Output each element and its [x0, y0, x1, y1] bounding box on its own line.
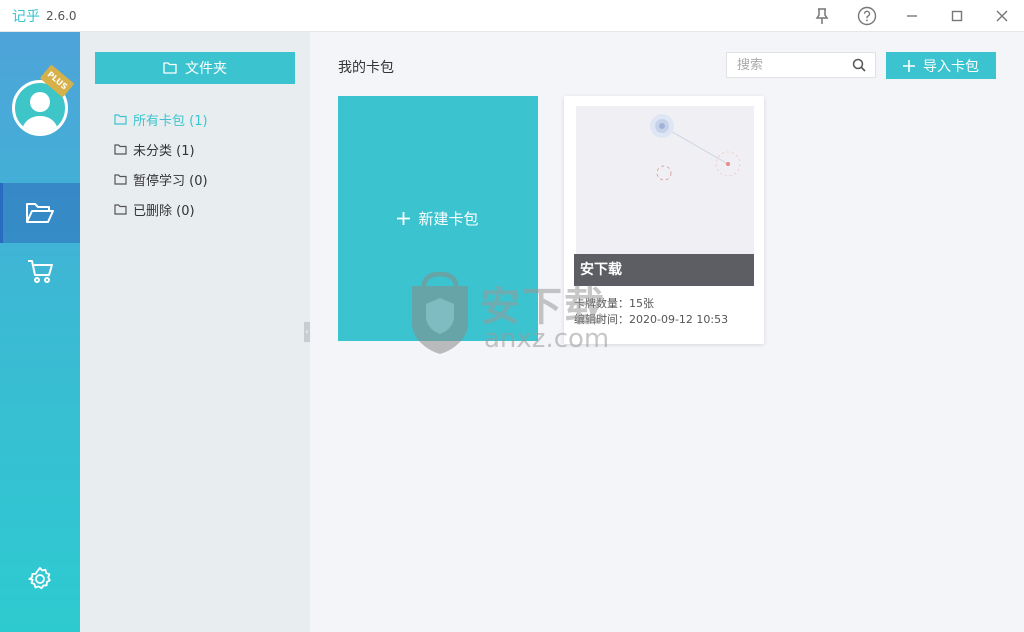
folder-item-label: 所有卡包 (1) — [133, 113, 208, 129]
new-card-pack-label: 新建卡包 — [418, 210, 479, 228]
import-card-pack-button[interactable]: 导入卡包 — [886, 52, 996, 79]
pin-button[interactable] — [799, 0, 844, 32]
help-button[interactable] — [844, 0, 889, 32]
folder-button-label: 文件夹 — [185, 61, 227, 77]
settings-button[interactable] — [0, 549, 80, 609]
network-illustration-icon — [650, 114, 741, 181]
folder-open-icon — [26, 203, 54, 223]
main-area: 我的卡包 导入卡包 新建卡包 安下载 — [310, 32, 1024, 632]
card-pack-item[interactable]: 安下载 卡牌数量：15张 编辑时间：2020-09-12 10:53 — [564, 96, 764, 344]
search-icon — [852, 58, 866, 72]
minimize-icon — [906, 15, 917, 17]
folder-icon — [114, 173, 127, 185]
rail-item-folders[interactable] — [0, 183, 80, 243]
folder-panel: 文件夹 所有卡包 (1) 未分类 (1) 暂停学习 (0) 已删除 (0) — [80, 32, 310, 632]
folder-item-label: 已删除 (0) — [133, 203, 195, 219]
folder-item-all[interactable]: 所有卡包 (1) — [114, 104, 208, 134]
folder-item-paused[interactable]: 暂停学习 (0) — [114, 164, 208, 194]
folder-item-uncategorized[interactable]: 未分类 (1) — [114, 134, 208, 164]
maximize-button[interactable] — [934, 0, 979, 32]
plus-icon — [397, 212, 411, 225]
import-button-label: 导入卡包 — [923, 58, 979, 75]
close-button[interactable] — [979, 0, 1024, 32]
new-card-pack-button[interactable]: 新建卡包 — [338, 96, 538, 341]
folder-item-deleted[interactable]: 已删除 (0) — [114, 194, 208, 224]
card-pack-meta: 卡牌数量：15张 编辑时间：2020-09-12 10:53 — [574, 296, 728, 328]
search-input[interactable] — [727, 53, 845, 77]
gear-icon — [28, 567, 51, 590]
cart-icon — [28, 260, 53, 283]
folder-list: 所有卡包 (1) 未分类 (1) 暂停学习 (0) 已删除 (0) — [114, 104, 208, 224]
page-title: 我的卡包 — [338, 60, 394, 76]
app-version: 2.6.0 — [46, 8, 77, 23]
card-pack-name: 安下载 — [574, 254, 754, 286]
window-controls — [799, 0, 1024, 32]
card-cover-image — [576, 106, 754, 254]
folder-button[interactable]: 文件夹 — [95, 52, 295, 84]
folder-icon — [163, 62, 177, 74]
card-edit-time: 编辑时间：2020-09-12 10:53 — [574, 313, 729, 326]
help-icon — [857, 6, 876, 26]
search-button[interactable] — [845, 53, 873, 77]
maximize-icon — [951, 10, 962, 22]
folder-item-label: 暂停学习 (0) — [133, 173, 208, 189]
close-icon — [996, 10, 1007, 22]
minimize-button[interactable] — [889, 0, 934, 32]
search-box — [726, 52, 876, 78]
folder-icon — [114, 113, 127, 125]
left-rail: PLUS — [0, 32, 80, 632]
plus-icon — [903, 59, 915, 72]
card-count: 卡牌数量：15张 — [574, 297, 654, 310]
app-name: 记乎 — [12, 8, 40, 25]
title-bar: 记乎 2.6.0 — [0, 0, 1024, 32]
pin-icon — [815, 8, 828, 24]
folder-icon — [114, 143, 127, 155]
rail-item-store[interactable] — [0, 241, 80, 301]
folder-item-label: 未分类 (1) — [133, 143, 195, 159]
folder-icon — [114, 203, 127, 215]
